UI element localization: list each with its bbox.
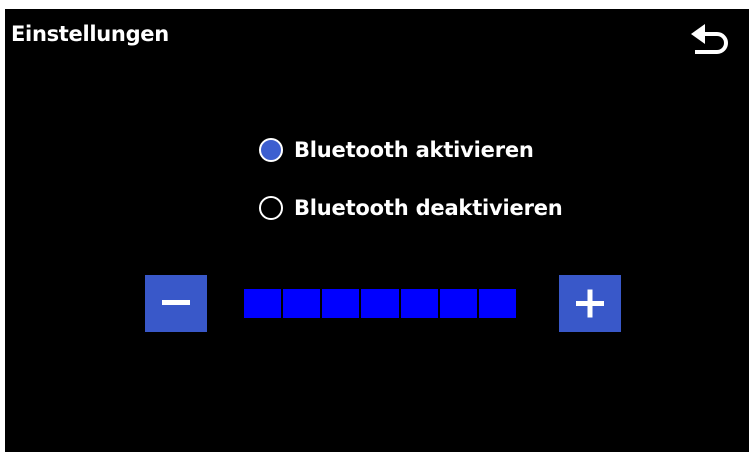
level-segment [361,289,399,318]
level-segment [322,289,360,318]
radio-bluetooth-off[interactable]: Bluetooth deaktivieren [259,196,563,220]
radio-button-unchecked[interactable] [259,196,283,220]
minus-icon [162,300,190,305]
plus-icon [576,289,604,318]
increase-button[interactable] [559,275,621,332]
level-segment [283,289,321,318]
radio-label-bluetooth-off: Bluetooth deaktivieren [294,196,563,220]
radio-label-bluetooth-on: Bluetooth aktivieren [294,138,534,162]
radio-bluetooth-on[interactable]: Bluetooth aktivieren [259,138,534,162]
page-title: Einstellungen [11,22,169,46]
level-segment [244,289,282,318]
settings-screen: Einstellungen Bluetooth aktivieren Bluet… [5,9,749,452]
decrease-button[interactable] [145,275,207,332]
back-arrow-icon [691,24,728,54]
level-segment [400,289,438,318]
level-segment [478,289,516,318]
back-button[interactable] [687,21,733,61]
radio-button-checked[interactable] [259,138,283,162]
level-bar [244,289,516,318]
level-segment [439,289,477,318]
